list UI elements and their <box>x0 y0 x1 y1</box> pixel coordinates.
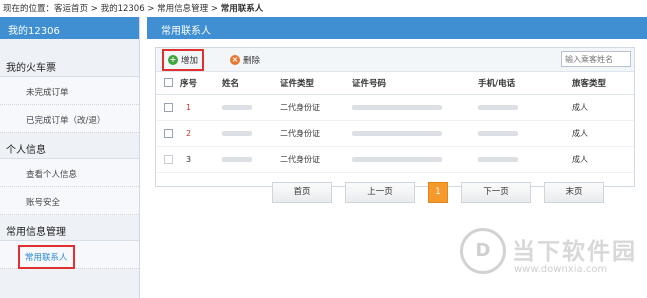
sidebar-item-unfinished-orders[interactable]: 未完成订单 <box>0 77 139 105</box>
row-checkbox[interactable] <box>164 128 173 138</box>
col-header-num: 序号 <box>180 72 222 95</box>
breadcrumb-item-home[interactable]: 客运首页 <box>54 4 88 14</box>
id-number-masked <box>352 156 442 162</box>
breadcrumb: 现在的位置：客运首页 > 我的12306 > 常用信息管理 > 常用联系人 <box>0 0 647 16</box>
watermark-logo-icon: D <box>460 228 506 274</box>
current-page-indicator[interactable]: 1 <box>428 182 448 203</box>
passenger-search-input[interactable] <box>561 51 631 67</box>
sidebar-section-tickets[interactable]: 我的火车票 <box>0 51 139 77</box>
contacts-table: 序号 姓名 证件类型 证件号码 手机/电话 旅客类型 1 二代身份证 成人 2 … <box>156 72 634 173</box>
watermark-url: www.downxia.com <box>514 264 608 275</box>
sidebar-item-contacts[interactable]: 常用联系人 <box>0 241 139 269</box>
contacts-panel: + 增加 × 删除 序号 姓名 证件类型 证件号码 手机/电话 旅客类型 <box>155 47 635 187</box>
row-checkbox[interactable] <box>164 154 173 164</box>
table-row[interactable]: 1 二代身份证 成人 <box>156 94 634 121</box>
name-masked <box>222 104 252 110</box>
prev-page-button[interactable]: 上一页 <box>345 182 415 203</box>
sidebar-item-account-security[interactable]: 账号安全 <box>0 187 139 215</box>
col-header-name: 姓名 <box>222 72 280 95</box>
row-number: 1 <box>186 102 192 112</box>
row-checkbox[interactable] <box>164 102 173 112</box>
watermark: D 当下软件园 www.downxia.com <box>460 228 647 284</box>
passenger-type-cell: 成人 <box>572 120 634 147</box>
id-number-masked <box>352 104 442 110</box>
row-number: 2 <box>186 128 192 138</box>
page-title: 常用联系人 <box>147 17 647 39</box>
col-header-id-number: 证件号码 <box>352 72 478 95</box>
table-row[interactable]: 3 二代身份证 成人 <box>156 146 634 173</box>
breadcrumb-sep: > <box>90 4 98 14</box>
next-page-button[interactable]: 下一页 <box>461 182 531 203</box>
passenger-type-cell: 成人 <box>572 94 634 121</box>
col-header-phone: 手机/电话 <box>478 72 572 95</box>
id-type-cell: 二代身份证 <box>280 146 352 173</box>
name-masked <box>222 130 252 136</box>
id-type-cell: 二代身份证 <box>280 120 352 147</box>
delete-icon: × <box>230 54 240 65</box>
select-all-checkbox[interactable] <box>164 77 173 87</box>
sidebar-item-view-personal-info[interactable]: 查看个人信息 <box>0 159 139 187</box>
id-number-masked <box>352 130 442 136</box>
phone-masked <box>478 130 518 136</box>
breadcrumb-item-current: 常用联系人 <box>220 4 264 14</box>
phone-masked <box>478 156 518 162</box>
sidebar-item-finished-orders[interactable]: 已完成订单（改/退） <box>0 105 139 133</box>
breadcrumb-item-my12306[interactable]: 我的12306 <box>101 4 145 14</box>
watermark-text: 当下软件园 <box>512 239 637 265</box>
delete-contact-button[interactable]: × 删除 <box>230 51 260 68</box>
id-type-cell: 二代身份证 <box>280 94 352 121</box>
add-button-label: 增加 <box>181 56 199 66</box>
sidebar-item-contacts-label[interactable]: 常用联系人 <box>18 245 75 269</box>
pagination: 首页 上一页 1 下一页 末页 <box>272 182 604 203</box>
table-row[interactable]: 2 二代身份证 成人 <box>156 120 634 147</box>
last-page-button[interactable]: 末页 <box>544 182 604 203</box>
delete-button-label: 删除 <box>243 55 261 66</box>
breadcrumb-sep: > <box>147 4 155 14</box>
toolbar: + 增加 × 删除 <box>156 48 634 72</box>
name-masked <box>222 156 252 162</box>
row-number: 3 <box>186 154 192 164</box>
col-header-id-type: 证件类型 <box>280 72 352 95</box>
plus-icon: + <box>168 55 178 65</box>
breadcrumb-prefix: 现在的位置： <box>3 4 55 14</box>
sidebar-section-personal-info[interactable]: 个人信息 <box>0 133 139 159</box>
add-contact-button[interactable]: + 增加 <box>162 49 205 71</box>
sidebar-title: 我的12306 <box>0 17 139 39</box>
sidebar: 我的12306 我的火车票 未完成订单 已完成订单（改/退） 个人信息 查看个人… <box>0 17 140 298</box>
breadcrumb-item-info-mgmt[interactable]: 常用信息管理 <box>157 4 208 14</box>
passenger-type-cell: 成人 <box>572 146 634 173</box>
phone-masked <box>478 104 518 110</box>
breadcrumb-sep: > <box>210 4 218 14</box>
sidebar-section-info-mgmt[interactable]: 常用信息管理 <box>0 215 139 241</box>
table-header-row: 序号 姓名 证件类型 证件号码 手机/电话 旅客类型 <box>156 72 634 95</box>
col-header-passenger-type: 旅客类型 <box>572 72 634 95</box>
first-page-button[interactable]: 首页 <box>272 182 332 203</box>
